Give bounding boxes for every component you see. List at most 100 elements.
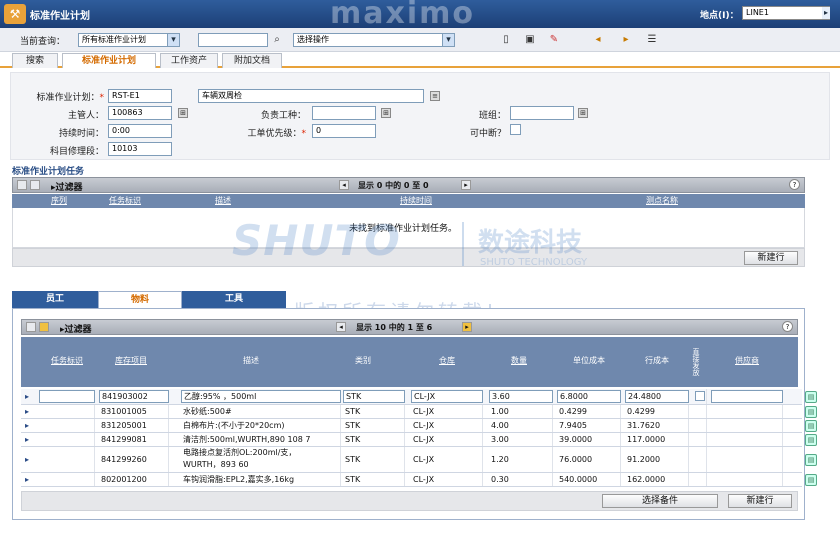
select-spare-parts-button[interactable]: 选择备件 (602, 494, 718, 508)
material-row[interactable]: ▸ 841299260 电路接点复活剂OL:200ml/支， WURTH，893 60… (21, 447, 817, 473)
row-details-icon[interactable]: ▤ (805, 391, 817, 403)
material-row[interactable]: ▸ 831205001 白棉布片:(不小于20*20cm) STK CL-JX 4.00 7… (21, 419, 817, 433)
watermark-brand: SHUTO (232, 216, 401, 265)
row-expand-icon[interactable]: ▸ (25, 433, 35, 446)
crew-lookup-icon[interactable]: ⊞ (578, 108, 588, 118)
new-record-icon[interactable]: ▯ (500, 34, 512, 46)
site-dropdown-icon[interactable]: ▸ (822, 7, 830, 19)
row-expand-icon[interactable]: ▸ (25, 447, 35, 464)
crew-field[interactable] (510, 106, 574, 120)
supervisor-field[interactable]: 100863 (108, 106, 172, 120)
cell-qty[interactable]: 3.60 (489, 390, 553, 403)
material-row[interactable]: ▸ 802001200 车钩润滑脂:EPL2,嘉实多,16kg STK CL-JX 0.3… (21, 473, 817, 487)
col-storeroom[interactable]: 仓库 (411, 355, 483, 366)
tab-work-assets[interactable]: 工作资产 (160, 53, 218, 68)
cell-direct (693, 473, 707, 486)
row-expand-icon[interactable]: ▸ (25, 389, 35, 402)
col-quantity[interactable]: 数量 (489, 355, 549, 366)
col-meter-name[interactable]: 测点名称 (632, 195, 692, 206)
cell-store[interactable]: CL-JX (411, 390, 483, 403)
tab-search[interactable]: 搜索 (12, 53, 58, 68)
plan-description-field[interactable]: 车辆双周检 (198, 89, 424, 103)
plan-field[interactable]: RST-E1 (108, 89, 172, 103)
help-icon[interactable]: ? (789, 179, 800, 190)
materials-help-icon[interactable]: ? (782, 321, 793, 332)
cell-line_cost[interactable]: 24.4800 (625, 390, 689, 403)
tab-labor[interactable]: 员工 (12, 291, 98, 308)
interrupt-checkbox[interactable] (510, 124, 521, 135)
cell-desc[interactable]: 乙醇:95% ，500ml (181, 390, 341, 403)
row-expand-icon[interactable]: ▸ (25, 419, 35, 432)
gl-label: 科目修理段： (49, 147, 104, 157)
cell-direct[interactable] (693, 389, 707, 404)
material-row[interactable]: ▸ 841903002 乙醇:95% ，500ml STK CL-JX 3.60 6.800… (21, 389, 817, 405)
materials-next-page-icon[interactable]: ▸ (462, 322, 472, 332)
materials-rows: ▸ 841903002 乙醇:95% ，500ml STK CL-JX 3.60 6.800… (21, 389, 821, 493)
materials-collapse-icon[interactable] (26, 322, 36, 332)
cell-category[interactable]: STK (343, 390, 405, 403)
cell-task (39, 405, 95, 418)
materials-prev-page-icon[interactable]: ◂ (336, 322, 346, 332)
col-item[interactable]: 库存项目 (97, 355, 165, 366)
materials-filter-toggle[interactable]: ▸过滤器 (60, 322, 92, 335)
list-icon[interactable]: ☰ (646, 34, 658, 46)
owner-field[interactable] (312, 106, 376, 120)
collapse-icon[interactable] (17, 180, 27, 190)
col-duration[interactable]: 持续时间 (386, 195, 446, 206)
cell-vendor (711, 405, 783, 418)
duration-label: 持续时间： (58, 129, 104, 139)
col-sequence[interactable]: 序列 (42, 195, 76, 206)
cell-vendor[interactable] (711, 390, 783, 403)
tasks-prev-page-icon[interactable]: ◂ (339, 180, 349, 190)
tasks-next-page-icon[interactable]: ▸ (461, 180, 471, 190)
col-line-cost[interactable]: 行成本 (625, 355, 689, 366)
col-description[interactable]: 描述 (231, 355, 271, 366)
tab-materials[interactable]: 物料 (98, 291, 182, 308)
clear-changes-icon[interactable]: ✎ (548, 34, 560, 46)
tab-attachments[interactable]: 附加文档 (222, 53, 282, 68)
action-select[interactable]: 选择操作 (293, 33, 455, 47)
tasks-new-row-button[interactable]: 新建行 (744, 251, 798, 265)
materials-new-row-button[interactable]: 新建行 (728, 494, 792, 508)
tab-tools[interactable]: 工具 (182, 291, 286, 308)
priority-field[interactable]: 0 (312, 124, 376, 138)
row-details-icon[interactable]: ▤ (805, 420, 817, 432)
row-details-icon[interactable]: ▤ (805, 474, 817, 486)
cell-desc: 清洁剂:500ml,WURTH,890 108 7 (181, 433, 341, 446)
supervisor-lookup-icon[interactable]: ⊞ (178, 108, 188, 118)
row-details-icon[interactable]: ▤ (805, 454, 817, 466)
long-description-icon[interactable]: ≡ (430, 91, 440, 101)
col-direct-issue[interactable]: 直接发放 (691, 339, 701, 385)
binoculars-icon[interactable]: ⌕ (271, 34, 283, 46)
direct-issue-checkbox[interactable] (695, 391, 705, 401)
previous-record-icon[interactable]: ◂ (592, 34, 604, 46)
cell-task[interactable] (39, 390, 95, 403)
gl-field[interactable]: 10103 (108, 142, 172, 156)
duration-field[interactable]: 0:00 (108, 124, 172, 138)
cell-item[interactable]: 841903002 (99, 390, 169, 403)
search-input[interactable] (198, 33, 268, 47)
col-category[interactable]: 类别 (343, 355, 383, 366)
col-vendor[interactable]: 供应商 (711, 355, 783, 366)
materials-panel: ▸过滤器 ◂ 显示 10 中的 1 至 6 ▸ ? 任务标识 库存项目 描述 类… (12, 308, 817, 520)
col-description[interactable]: 描述 (208, 195, 238, 206)
row-expand-icon[interactable]: ▸ (25, 473, 35, 486)
cell-unit_cost[interactable]: 6.8000 (557, 390, 621, 403)
row-expand-icon[interactable]: ▸ (25, 405, 35, 418)
materials-menu-icon[interactable] (39, 322, 49, 332)
tab-plan[interactable]: 标准作业计划 (62, 53, 156, 68)
site-input[interactable]: LINE1 (742, 6, 830, 20)
owner-lookup-icon[interactable]: ⊞ (381, 108, 391, 118)
col-task-id[interactable]: 任务标识 (100, 195, 150, 206)
row-details-icon[interactable]: ▤ (805, 406, 817, 418)
material-row[interactable]: ▸ 831001005 水砂纸:500# STK CL-JX 1.00 0.4299 0.42… (21, 405, 817, 419)
material-row[interactable]: ▸ 841299081 清洁剂:500ml,WURTH,890 108 7 STK CL… (21, 433, 817, 447)
next-record-icon[interactable]: ▸ (620, 34, 632, 46)
row-details-icon[interactable]: ▤ (805, 434, 817, 446)
tasks-filter-toggle[interactable]: ▸过滤器 (51, 180, 83, 193)
col-task-id[interactable]: 任务标识 (39, 355, 95, 366)
col-unit-cost[interactable]: 单位成本 (557, 355, 621, 366)
tasks-menu-icon[interactable] (30, 180, 40, 190)
save-icon[interactable]: ▣ (524, 34, 536, 46)
query-select[interactable]: 所有标准作业计划 (78, 33, 180, 47)
